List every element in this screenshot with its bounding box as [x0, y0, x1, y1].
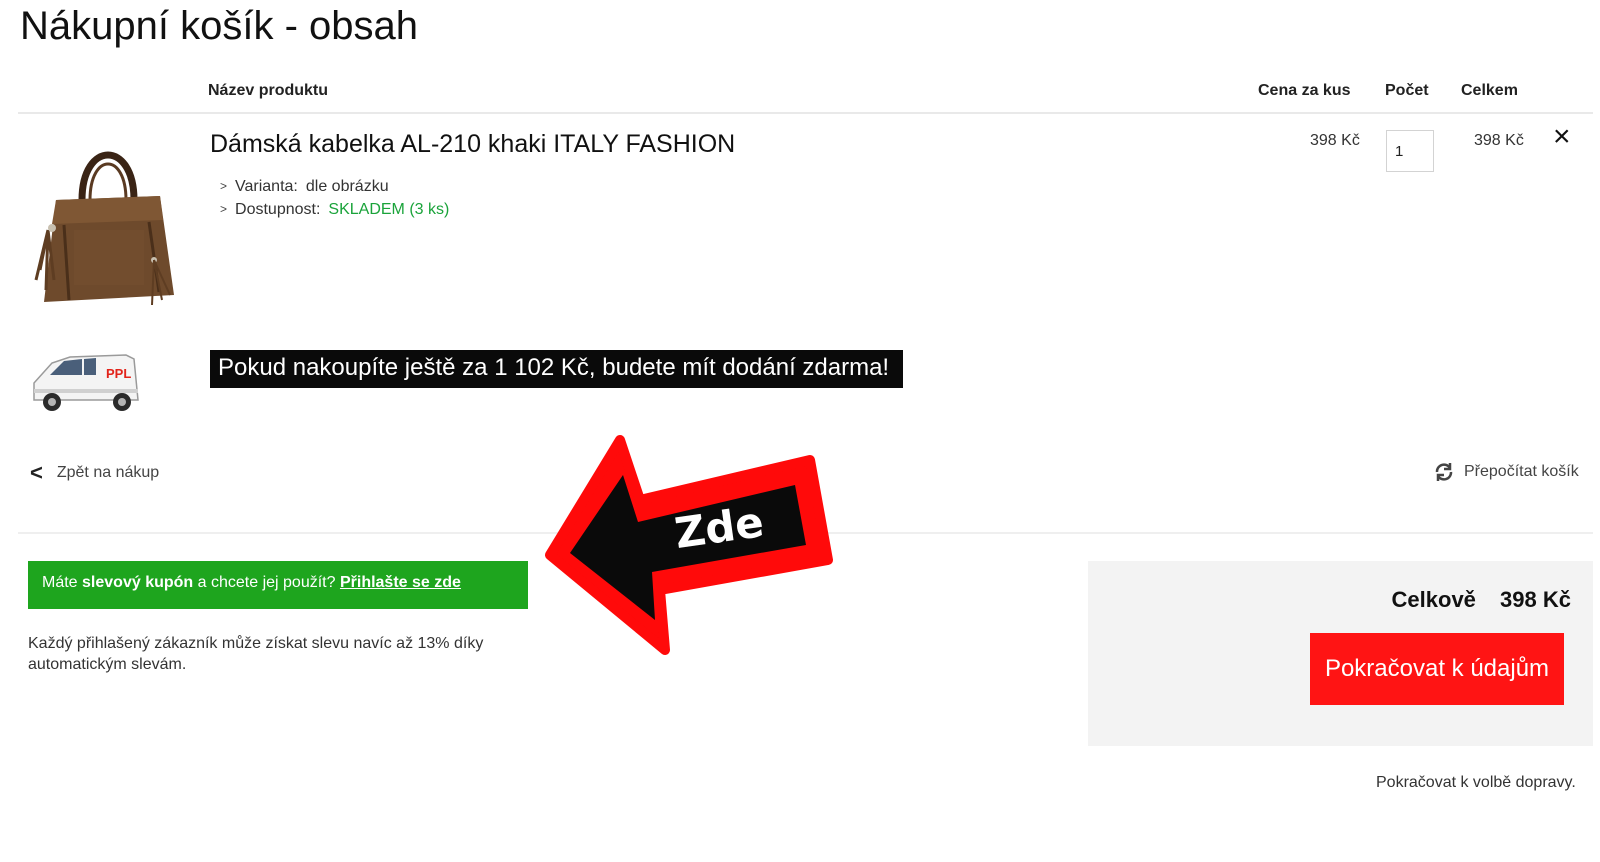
- page-title: Nákupní košík - obsah: [20, 4, 418, 48]
- free-shipping-banner: Pokud nakoupíte ještě za 1 102 Kč, budet…: [210, 350, 903, 388]
- coupon-text-start: Máte: [42, 574, 78, 591]
- variant-label: Varianta:: [235, 178, 298, 195]
- header-quantity: Počet: [1385, 82, 1429, 99]
- cart-table-header: Název produktu Cena za kus Počet Celkem: [18, 76, 1593, 114]
- header-unit-price: Cena za kus: [1258, 82, 1351, 99]
- discount-note: Každý přihlašený zákazník může získat sl…: [28, 635, 484, 673]
- order-summary: Celkově 398 Kč Pokračovat k údajům: [1088, 561, 1593, 746]
- variant-value: dle obrázku: [305, 178, 389, 195]
- summary-total: Celkově 398 Kč: [1392, 587, 1571, 613]
- continue-to-shipping-note: Pokračovat k volbě dopravy.: [1376, 774, 1576, 791]
- refresh-icon: [1435, 463, 1453, 481]
- availability-row: > Dostupnost: SKLADEM (3 ks): [220, 198, 449, 221]
- product-image[interactable]: [34, 130, 179, 315]
- header-product-name: Název produktu: [208, 82, 329, 99]
- back-to-shop-link[interactable]: < Zpět na nákup: [30, 460, 159, 486]
- continue-to-details-button[interactable]: Pokračovat k údajům: [1310, 633, 1564, 705]
- header-total: Celkem: [1461, 82, 1518, 99]
- ppl-logo-text: PPL: [106, 366, 131, 381]
- chevron-left-icon: <: [30, 460, 43, 485]
- line-total: 398 Kč: [1474, 132, 1524, 149]
- summary-total-value: 398 Kč: [1500, 587, 1571, 612]
- recalculate-label: Přepočítat košík: [1464, 463, 1579, 480]
- product-name-link[interactable]: Dámská kabelka AL-210 khaki ITALY FASHIO…: [210, 130, 735, 159]
- coupon-text-bold: slevový kupón: [82, 574, 194, 591]
- delivery-van-icon: PPL: [33, 354, 139, 411]
- coupon-text-mid: a chcete jej použít?: [197, 574, 336, 591]
- coupon-box: Máte slevový kupón a chcete jej použít? …: [28, 561, 528, 609]
- product-attributes: > Varianta: dle obrázku > Dostupnost: SK…: [220, 175, 449, 221]
- availability-value: SKLADEM (3 ks): [328, 201, 450, 218]
- unit-price: 398 Kč: [1310, 132, 1360, 149]
- back-to-shop-label: Zpět na nákup: [56, 464, 160, 481]
- availability-label: Dostupnost:: [235, 201, 321, 218]
- coupon-login-link[interactable]: Přihlašte se zde: [340, 574, 461, 591]
- remove-item-button[interactable]: ×: [1553, 122, 1571, 152]
- annotation-arrow-icon: Zde: [545, 435, 833, 655]
- quantity-input[interactable]: [1386, 130, 1434, 172]
- recalculate-cart-link[interactable]: Přepočítat košík: [1432, 460, 1579, 484]
- chevron-right-icon: >: [220, 179, 228, 193]
- variant-row: > Varianta: dle obrázku: [220, 175, 449, 198]
- chevron-right-icon: >: [220, 202, 228, 216]
- summary-total-label: Celkově: [1391, 587, 1476, 612]
